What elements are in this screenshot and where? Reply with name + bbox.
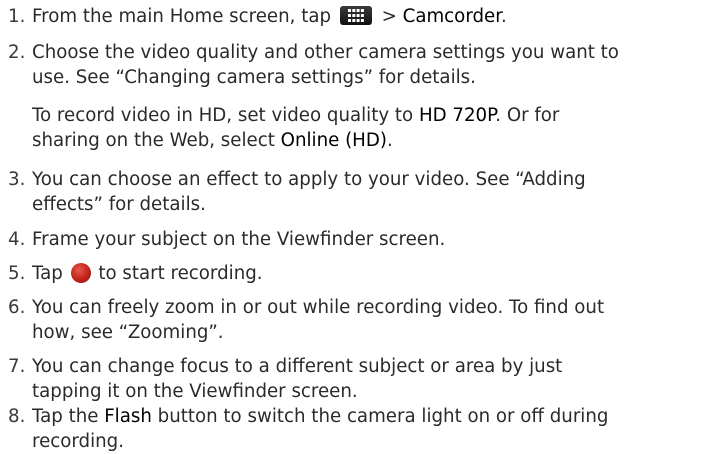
step-text: You can change focus to a different subj… — [32, 356, 563, 402]
step-text: Choose the video quality and other camer… — [32, 42, 619, 88]
step-number: 3. — [8, 169, 26, 190]
step-text: Frame your subject on the Viewfinder scr… — [32, 229, 446, 250]
camcorder-label: Camcorder — [402, 6, 502, 27]
apps-grid-icon — [339, 6, 372, 25]
step-number: 4. — [8, 229, 26, 250]
online-hd-label: Online (HD) — [280, 130, 387, 151]
step-text: You can choose an effect to apply to you… — [32, 169, 586, 215]
step-number: 6. — [8, 297, 26, 318]
hd-720p-label: HD 720P — [418, 105, 496, 126]
step-text: You can freely zoom in or out while reco… — [32, 297, 605, 343]
flash-label: Flash — [104, 406, 152, 427]
hd-note: To record video in HD, set video quality… — [32, 105, 560, 151]
step-number: 8. — [8, 406, 26, 427]
step-text: Tap the Flash button to switch the camer… — [32, 406, 609, 452]
step-number: 1. — [8, 6, 26, 27]
step-number: 7. — [8, 356, 26, 377]
step-text: From the main Home screen, tap > Camcord… — [32, 6, 507, 27]
step-number: 5. — [8, 263, 26, 284]
step-text: Tap to start recording. — [32, 263, 263, 284]
record-button-icon — [70, 263, 91, 283]
instruction-list: 1. From the main Home screen, tap > Camc… — [0, 0, 713, 454]
step-number: 2. — [8, 42, 26, 63]
